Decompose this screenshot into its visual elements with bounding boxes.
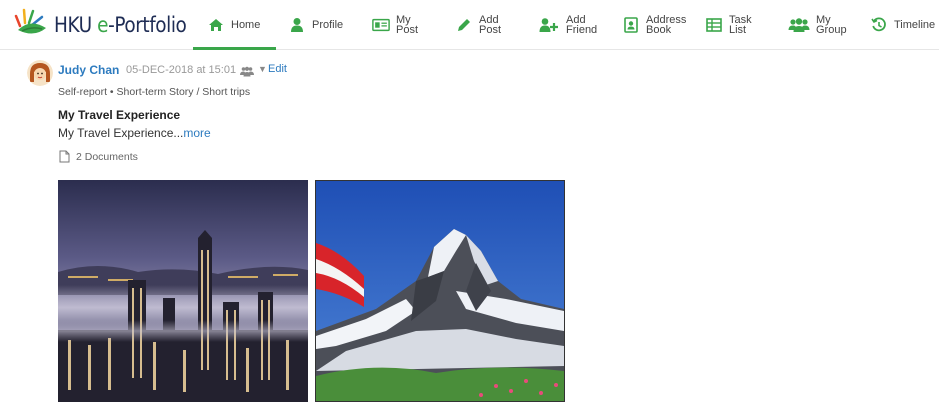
city-skyline-image	[58, 180, 308, 402]
post-datetime: 05-DEC-2018 at 15:01	[126, 64, 237, 76]
pencil-icon	[455, 16, 473, 34]
nav-address-book[interactable]: Address Book	[622, 10, 692, 40]
edit-post-link[interactable]: Edit	[268, 63, 287, 75]
nav-add-friend[interactable]: Add Friend	[538, 10, 606, 40]
nav-task-list-label: Task List	[729, 14, 752, 36]
caret-down-icon[interactable]: ▼	[258, 64, 267, 74]
nav-my-post-label: My Post	[396, 14, 419, 36]
nav-home[interactable]: Home	[207, 10, 260, 40]
logo-leaf-icon	[14, 8, 46, 34]
post-excerpt-line: My Travel Experience...more	[58, 126, 211, 140]
table-icon	[705, 16, 723, 34]
visibility-group-icon[interactable]	[240, 64, 254, 82]
logo-text-prefix: HKU	[54, 13, 98, 37]
hku-eportfolio-logo[interactable]: HKU e-Portfolio	[12, 8, 204, 42]
nav-add-post-label: Add Post	[479, 14, 502, 36]
post-excerpt: My Travel Experience...	[58, 126, 184, 140]
nav-my-group-label: My Group	[816, 14, 847, 36]
add-user-icon	[538, 16, 560, 34]
nav-add-friend-label: Add Friend	[566, 14, 598, 36]
attachment-photo-city-skyline[interactable]	[58, 180, 308, 402]
nav-profile[interactable]: Profile	[288, 10, 343, 40]
nav-address-book-label: Address Book	[646, 14, 687, 36]
nav-my-post[interactable]: My Post	[372, 10, 436, 40]
address-book-icon	[622, 16, 640, 34]
history-icon	[870, 16, 888, 34]
post-title: My Travel Experience	[58, 108, 181, 122]
nav-home-label: Home	[231, 19, 261, 31]
nav-timeline[interactable]: Timeline	[870, 10, 935, 40]
user-icon	[288, 16, 306, 34]
author-avatar[interactable]	[27, 60, 53, 86]
group-icon	[788, 16, 810, 34]
logo-text-e: e	[97, 13, 109, 37]
id-card-icon	[372, 16, 390, 34]
post-category: Self-report • Short-term Story / Short t…	[58, 86, 251, 98]
mountain-image	[316, 181, 564, 401]
document-count[interactable]: 2 Documents	[76, 151, 138, 163]
read-more-link[interactable]: more	[183, 126, 210, 140]
home-icon	[207, 16, 225, 34]
document-icon	[59, 150, 70, 168]
author-name-link[interactable]: Judy Chan	[58, 63, 119, 77]
attachment-photo-mountain[interactable]	[315, 180, 565, 402]
nav-task-list[interactable]: Task List	[705, 10, 769, 40]
nav-my-group[interactable]: My Group	[788, 10, 856, 40]
active-tab-indicator	[193, 47, 276, 50]
nav-profile-label: Profile	[312, 19, 344, 31]
nav-timeline-label: Timeline	[894, 19, 936, 31]
nav-add-post[interactable]: Add Post	[455, 10, 519, 40]
logo-text: HKU e-Portfolio	[54, 13, 187, 37]
logo-text-suffix: -Portfolio	[108, 13, 187, 37]
top-navigation-bar: HKU e-Portfolio Home Profile My Post Add…	[0, 0, 939, 50]
